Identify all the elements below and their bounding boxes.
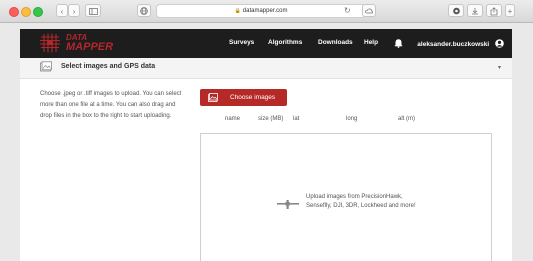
main-content: Select images and GPS data ▾ Choose .jpe… [20,58,512,261]
reload-icon[interactable]: ↻ [344,6,351,15]
logo-text[interactable]: DATA MAPPER [66,34,113,53]
chevron-down-icon[interactable]: ▾ [498,64,501,71]
sidebar-icon [88,8,98,15]
image-dropzone[interactable]: Upload images from PrecisionHawk, Sensef… [200,133,492,261]
user-avatar-icon [495,39,504,48]
browser-window: ‹ › 🔒 datamapper.com ↻ + DATA MAPPER Sur… [0,0,533,261]
column-alt: alt (m) [398,116,415,122]
image-upload-icon [208,93,218,102]
extensions-button[interactable] [448,4,464,17]
instructions-line-3: drop files in the box to the right to st… [40,113,172,119]
datamapper-logo-icon[interactable] [38,32,62,54]
choose-images-label: Choose images [230,94,276,101]
chevron-right-icon: › [72,7,76,16]
dropzone-message: Upload images from PrecisionHawk, Sensef… [306,193,416,211]
share-button[interactable] [486,4,502,17]
nav-help[interactable]: Help [364,39,378,46]
nav-downloads[interactable]: Downloads [318,39,353,46]
username: aleksander.buczkowski [417,41,490,48]
address-bar[interactable]: 🔒 datamapper.com [156,4,366,18]
instructions-line-2: more than one file at a time. You can al… [40,102,176,108]
column-lat: lat [293,116,300,122]
instructions-line-1: Choose .jpeg or .tiff images to upload. … [40,91,182,97]
forward-button[interactable]: › [68,4,80,17]
column-name: name [225,116,241,122]
image-gallery-icon [40,61,52,72]
zoom-window-button[interactable] [33,7,43,17]
notification-bell-icon[interactable] [394,38,403,48]
choose-images-button[interactable]: Choose images [200,89,287,106]
globe-icon [140,7,148,15]
user-menu[interactable]: aleksander.buczkowski [417,39,504,48]
column-size: size (MB) [258,116,284,122]
plus-icon: + [507,7,513,16]
lock-icon: 🔒 [234,8,241,14]
browser-toolbar: ‹ › 🔒 datamapper.com ↻ + [0,0,533,23]
chevron-left-icon: ‹ [60,7,64,16]
panel-title: Select images and GPS data [61,63,156,70]
new-tab-button[interactable]: + [505,4,515,17]
close-window-button[interactable] [9,7,19,17]
privacy-button[interactable] [137,4,151,17]
column-long: long [346,116,358,122]
upload-instructions: Choose .jpeg or .tiff images to upload. … [40,89,208,122]
reader-button[interactable] [362,4,376,17]
cloud-icon [365,8,373,14]
dropzone-line-1: Upload images from PrecisionHawk, [306,194,403,200]
nav-surveys[interactable]: Surveys [229,39,254,46]
download-button[interactable] [467,4,483,17]
download-icon [472,8,478,15]
sidebar-button[interactable] [85,4,101,17]
share-icon [490,7,498,16]
url-text: datamapper.com [242,8,288,14]
shield-icon [452,7,460,15]
nav-algorithms[interactable]: Algorithms [268,39,302,46]
panel-header[interactable]: Select images and GPS data ▾ [20,58,512,79]
site-header: DATA MAPPER Surveys Algorithms Downloads… [20,29,512,58]
minimize-window-button[interactable] [21,7,31,17]
back-button[interactable]: ‹ [56,4,68,17]
drone-icon [277,200,299,209]
logo-line-2: MAPPER [66,41,114,53]
dropzone-line-2: Senseflly, DJI, 3DR, Lockheed and more! [306,203,416,209]
